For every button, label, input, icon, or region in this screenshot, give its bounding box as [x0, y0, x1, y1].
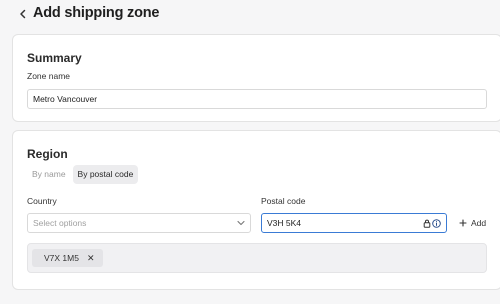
postal-code-input[interactable]: V3H 5K4 — [261, 213, 447, 233]
page-header: Add shipping zone — [0, 0, 500, 30]
region-card: Region By name By postal code Country Po… — [12, 130, 500, 290]
tag-label: V7X 1M5 — [44, 253, 79, 263]
chevron-down-icon — [237, 220, 245, 226]
zone-name-input[interactable]: Metro Vancouver — [27, 89, 487, 109]
region-title: Region — [27, 147, 68, 161]
plus-icon — [459, 219, 467, 227]
postal-code-tags: V7X 1M5 ✕ — [27, 243, 487, 273]
region-tabs: By name By postal code — [27, 165, 139, 184]
add-postal-code-button[interactable]: Add — [459, 216, 486, 230]
country-label: Country — [27, 196, 57, 206]
tab-by-name[interactable]: By name — [27, 165, 71, 184]
lock-icon — [423, 219, 431, 228]
tab-by-postal-code[interactable]: By postal code — [72, 165, 139, 184]
country-placeholder: Select options — [33, 218, 87, 228]
postal-code-tag: V7X 1M5 ✕ — [32, 249, 103, 267]
country-select[interactable]: Select options — [27, 213, 251, 233]
close-icon[interactable]: ✕ — [87, 253, 95, 263]
postal-code-value: V3H 5K4 — [267, 218, 302, 228]
password-manager-icons[interactable] — [423, 218, 441, 228]
back-button[interactable] — [17, 7, 29, 21]
zone-name-label: Zone name — [27, 71, 70, 81]
summary-title: Summary — [27, 51, 82, 65]
add-label: Add — [471, 218, 487, 228]
zone-name-value: Metro Vancouver — [33, 94, 98, 104]
chevron-left-icon — [20, 9, 26, 19]
postal-code-label: Postal code — [261, 196, 306, 206]
info-icon — [432, 218, 441, 228]
summary-card: Summary Zone name Metro Vancouver — [12, 34, 500, 122]
page-title: Add shipping zone — [33, 5, 160, 21]
